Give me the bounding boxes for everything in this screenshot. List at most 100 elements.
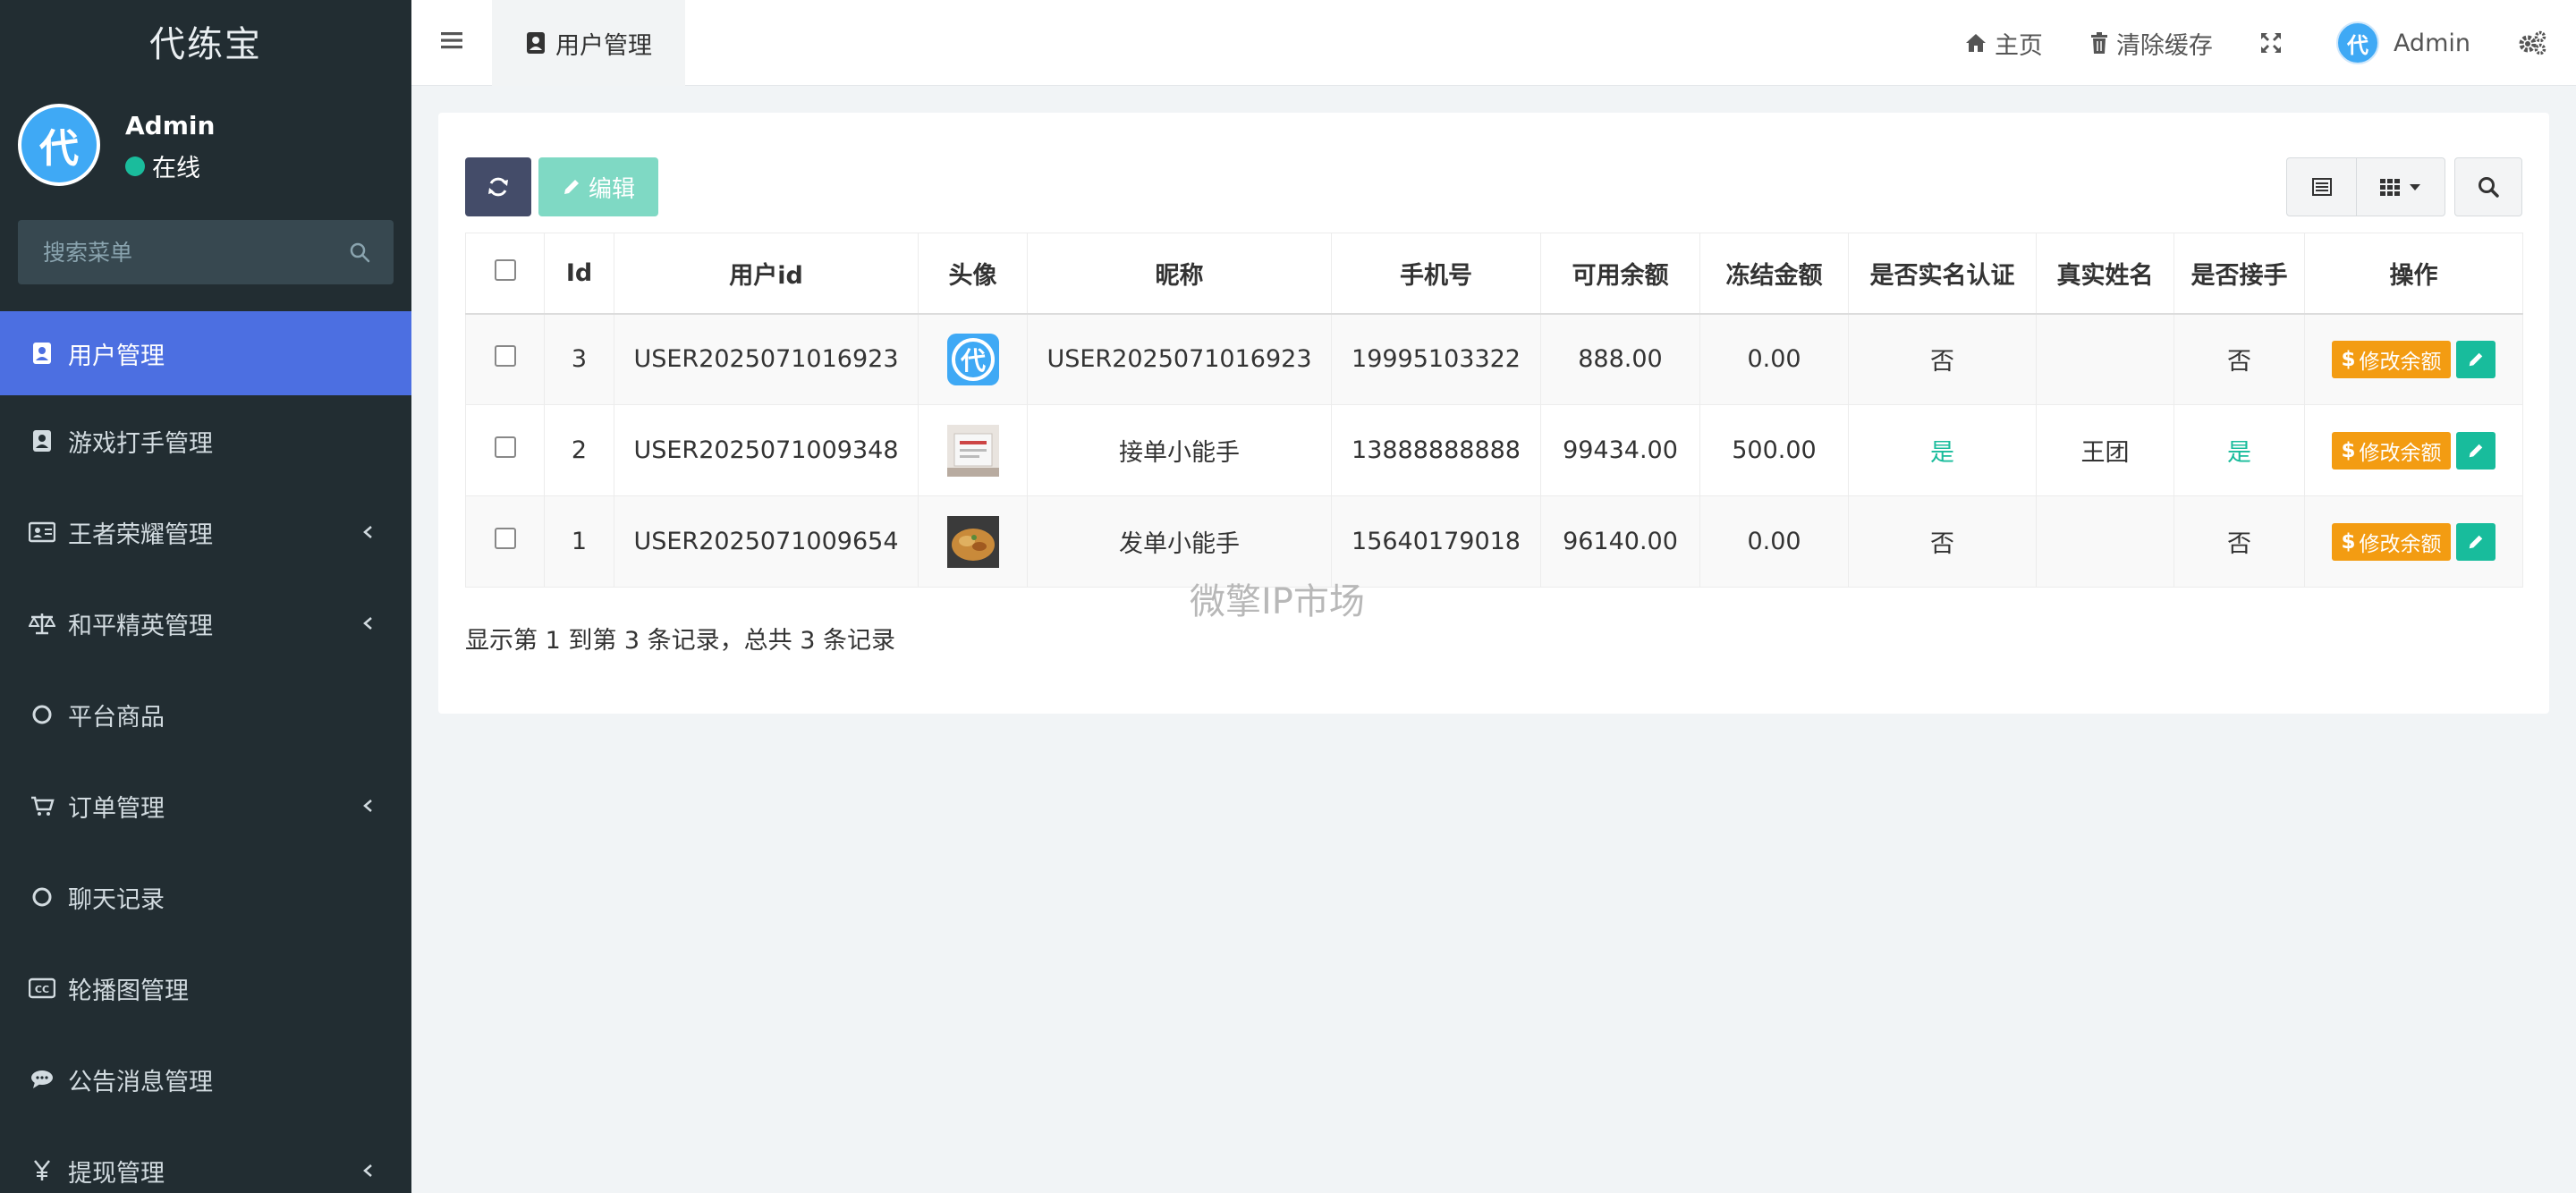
sidebar-item-label: 平台商品	[68, 703, 165, 732]
table-row[interactable]: 1 USER2025071009654 发单小能手 15640179018 96…	[465, 495, 2523, 588]
sidebar-item-label: 聊天记录	[68, 885, 165, 914]
avatar: 代	[2335, 21, 2379, 64]
sidebar-item-order-management[interactable]: 订单管理	[0, 760, 411, 851]
row-checkbox[interactable]	[494, 528, 516, 549]
edit-label: 编辑	[588, 175, 635, 203]
user-table: Id 用户id 头像 昵称 手机号 可用余额 冻结金额 是否实名认证 真实姓名 …	[465, 233, 2523, 588]
sidebar-item-platform-goods[interactable]: 平台商品	[0, 669, 411, 760]
svg-text:CC: CC	[35, 984, 49, 995]
food-avatar-image[interactable]	[946, 515, 999, 568]
column-header[interactable]: 是否接手	[2174, 233, 2305, 315]
home-icon	[1965, 34, 1986, 52]
sidebar-item-label: 提现管理	[68, 1159, 165, 1188]
trash-icon	[2090, 32, 2107, 54]
edit-button[interactable]: 编辑	[538, 157, 658, 216]
cell-taker: 否	[2174, 495, 2305, 588]
id-card-icon	[29, 519, 55, 546]
column-header[interactable]: 冻结金额	[1699, 233, 1849, 315]
cell-balance: 99434.00	[1540, 404, 1700, 496]
logo-avatar-image[interactable]: 代	[946, 333, 999, 385]
column-header[interactable]: 是否实名认证	[1848, 233, 2037, 315]
row-checkbox[interactable]	[494, 345, 516, 368]
modify-balance-button[interactable]: $ 修改余额	[2332, 431, 2451, 470]
user-name: Admin	[125, 111, 216, 140]
sidebar-item-label: 用户管理	[68, 342, 165, 370]
app-logo[interactable]: 代练宝	[0, 0, 411, 82]
sidebar-item-game-booster[interactable]: 游戏打手管理	[0, 395, 411, 487]
sidebar-item-announcements[interactable]: 公告消息管理	[0, 1034, 411, 1125]
pencil-icon	[2469, 444, 2482, 457]
sidebar-item-label: 王者荣耀管理	[68, 520, 213, 549]
modify-balance-label: 修改余额	[2359, 441, 2442, 465]
cell-balance: 96140.00	[1540, 495, 1700, 588]
cell-balance: 888.00	[1540, 313, 1700, 405]
row-checkbox[interactable]	[494, 436, 516, 458]
pencil-icon	[2469, 352, 2482, 367]
circle-icon	[29, 701, 55, 728]
column-header: 操作	[2304, 233, 2523, 315]
dollar-icon: $	[2341, 347, 2356, 371]
clear-cache-link[interactable]: 清除缓存	[2089, 26, 2213, 61]
edit-row-button[interactable]	[2455, 522, 2496, 561]
cell-real-name: 王团	[2036, 404, 2174, 496]
search-icon[interactable]	[349, 241, 370, 263]
column-header[interactable]: 昵称	[1027, 233, 1332, 315]
menu-toggle-icon[interactable]	[438, 27, 465, 54]
settings-button[interactable]	[2517, 30, 2555, 56]
menu-search-input[interactable]	[41, 238, 349, 267]
edit-row-button[interactable]	[2455, 340, 2496, 378]
refresh-button[interactable]	[465, 157, 531, 216]
sidebar-item-peace-elite[interactable]: 和平精英管理	[0, 578, 411, 669]
comment-icon	[29, 1066, 55, 1093]
sidebar-menu: 用户管理 游戏打手管理 王者荣耀管理 和平精英管理 平台商品 订单管理 聊天记录…	[0, 311, 411, 1193]
toggle-view-button[interactable]	[2287, 158, 2357, 216]
tab-label: 用户管理	[555, 31, 652, 60]
column-header[interactable]: 用户id	[614, 233, 919, 315]
chevron-left-icon	[363, 526, 372, 538]
column-header[interactable]: Id	[544, 233, 614, 315]
clear-cache-label: 清除缓存	[2115, 31, 2213, 60]
columns-dropdown-button[interactable]	[2357, 158, 2445, 216]
table-row[interactable]: 2 USER2025071009348 接单小能手 13888888888 99…	[465, 404, 2523, 496]
cell-actions: $ 修改余额	[2304, 495, 2523, 588]
fullscreen-button[interactable]	[2259, 31, 2290, 55]
sidebar-item-label: 轮播图管理	[68, 977, 189, 1005]
modify-balance-label: 修改余额	[2359, 350, 2442, 374]
home-link[interactable]: 主页	[1964, 26, 2043, 61]
admin-label: Admin	[2393, 29, 2470, 57]
column-header[interactable]: 可用余额	[1540, 233, 1700, 315]
dollar-icon: $	[2341, 529, 2356, 554]
sidebar-item-honor-of-kings[interactable]: 王者荣耀管理	[0, 487, 411, 578]
select-all-checkbox[interactable]	[494, 258, 516, 281]
column-header[interactable]: 手机号	[1331, 233, 1541, 315]
cell-avatar: 代	[918, 313, 1028, 405]
sidebar-item-user-management[interactable]: 用户管理	[0, 311, 411, 395]
cell-avatar	[918, 404, 1028, 496]
sidebar-item-chat-records[interactable]: 聊天记录	[0, 851, 411, 943]
modify-balance-button[interactable]: $ 修改余额	[2332, 340, 2451, 378]
user-card-icon	[29, 340, 55, 367]
admin-user-menu[interactable]: 代 Admin	[2335, 21, 2470, 64]
cc-icon: CC	[29, 975, 55, 1002]
modify-balance-button[interactable]: $ 修改余额	[2332, 522, 2451, 561]
dollar-icon: $	[2341, 438, 2356, 462]
sidebar-item-label: 公告消息管理	[68, 1068, 213, 1096]
column-header: 头像	[918, 233, 1028, 315]
sidebar-item-withdrawal[interactable]: 提现管理	[0, 1125, 411, 1193]
table-row[interactable]: 3 USER2025071016923 代 USER2025071016923 …	[465, 313, 2523, 405]
refresh-icon	[488, 177, 508, 197]
pencil-icon	[2469, 535, 2482, 548]
column-header[interactable]: 真实姓名	[2036, 233, 2174, 315]
cell-verified: 否	[1848, 495, 2037, 588]
sidebar-item-carousel[interactable]: CC 轮播图管理	[0, 943, 411, 1034]
avatar: 代	[18, 104, 100, 186]
cell-frozen: 0.00	[1699, 313, 1849, 405]
pagination-info: 显示第 1 到第 3 条记录，总共 3 条记录	[465, 627, 896, 655]
search-icon	[2479, 177, 2499, 198]
photo-avatar-image[interactable]	[946, 424, 999, 477]
tab-user-management[interactable]: 用户管理	[492, 0, 685, 86]
table-search-button[interactable]	[2454, 157, 2522, 216]
cell-real-name	[2036, 313, 2174, 405]
edit-row-button[interactable]	[2455, 431, 2496, 470]
row-select-cell	[465, 495, 545, 588]
